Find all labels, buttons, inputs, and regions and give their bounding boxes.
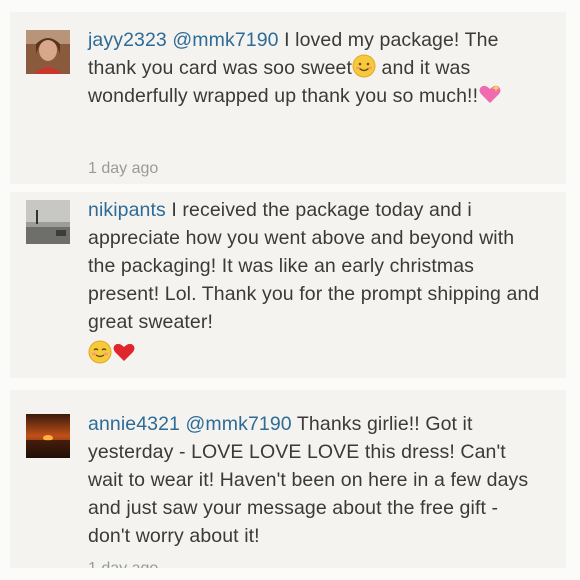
comment-card: nikipants I received the package today a… — [10, 192, 566, 378]
username-link[interactable]: nikipants — [88, 199, 166, 221]
mention-link[interactable]: @mmk7190 — [172, 29, 278, 51]
red-heart-icon — [113, 343, 135, 361]
relieved-face-icon — [88, 340, 112, 364]
comment-text: annie4321 @mmk7190 Thanks girlie!! Got i… — [88, 410, 544, 550]
comment-text: nikipants I received the package today a… — [88, 196, 544, 370]
avatar[interactable] — [26, 30, 70, 74]
mention-link[interactable]: @mmk7190 — [186, 413, 292, 435]
avatar[interactable] — [26, 200, 70, 244]
comment-text: jayy2323 @mmk7190 I loved my package! Th… — [88, 26, 544, 110]
sparkling-heart-icon — [479, 84, 501, 103]
timestamp: 1 day ago — [88, 160, 159, 177]
smiling-face-icon — [352, 54, 376, 78]
username-link[interactable]: annie4321 — [88, 413, 180, 435]
emoji-row — [88, 340, 544, 370]
comments-screenshot: jayy2323 @mmk7190 I loved my package! Th… — [0, 0, 580, 580]
timestamp: 1 day ago — [88, 560, 158, 568]
comment-card: annie4321 @mmk7190 Thanks girlie!! Got i… — [10, 390, 566, 568]
username-link[interactable]: jayy2323 — [88, 29, 167, 51]
avatar[interactable] — [26, 414, 70, 458]
comment-card: jayy2323 @mmk7190 I loved my package! Th… — [10, 12, 566, 184]
